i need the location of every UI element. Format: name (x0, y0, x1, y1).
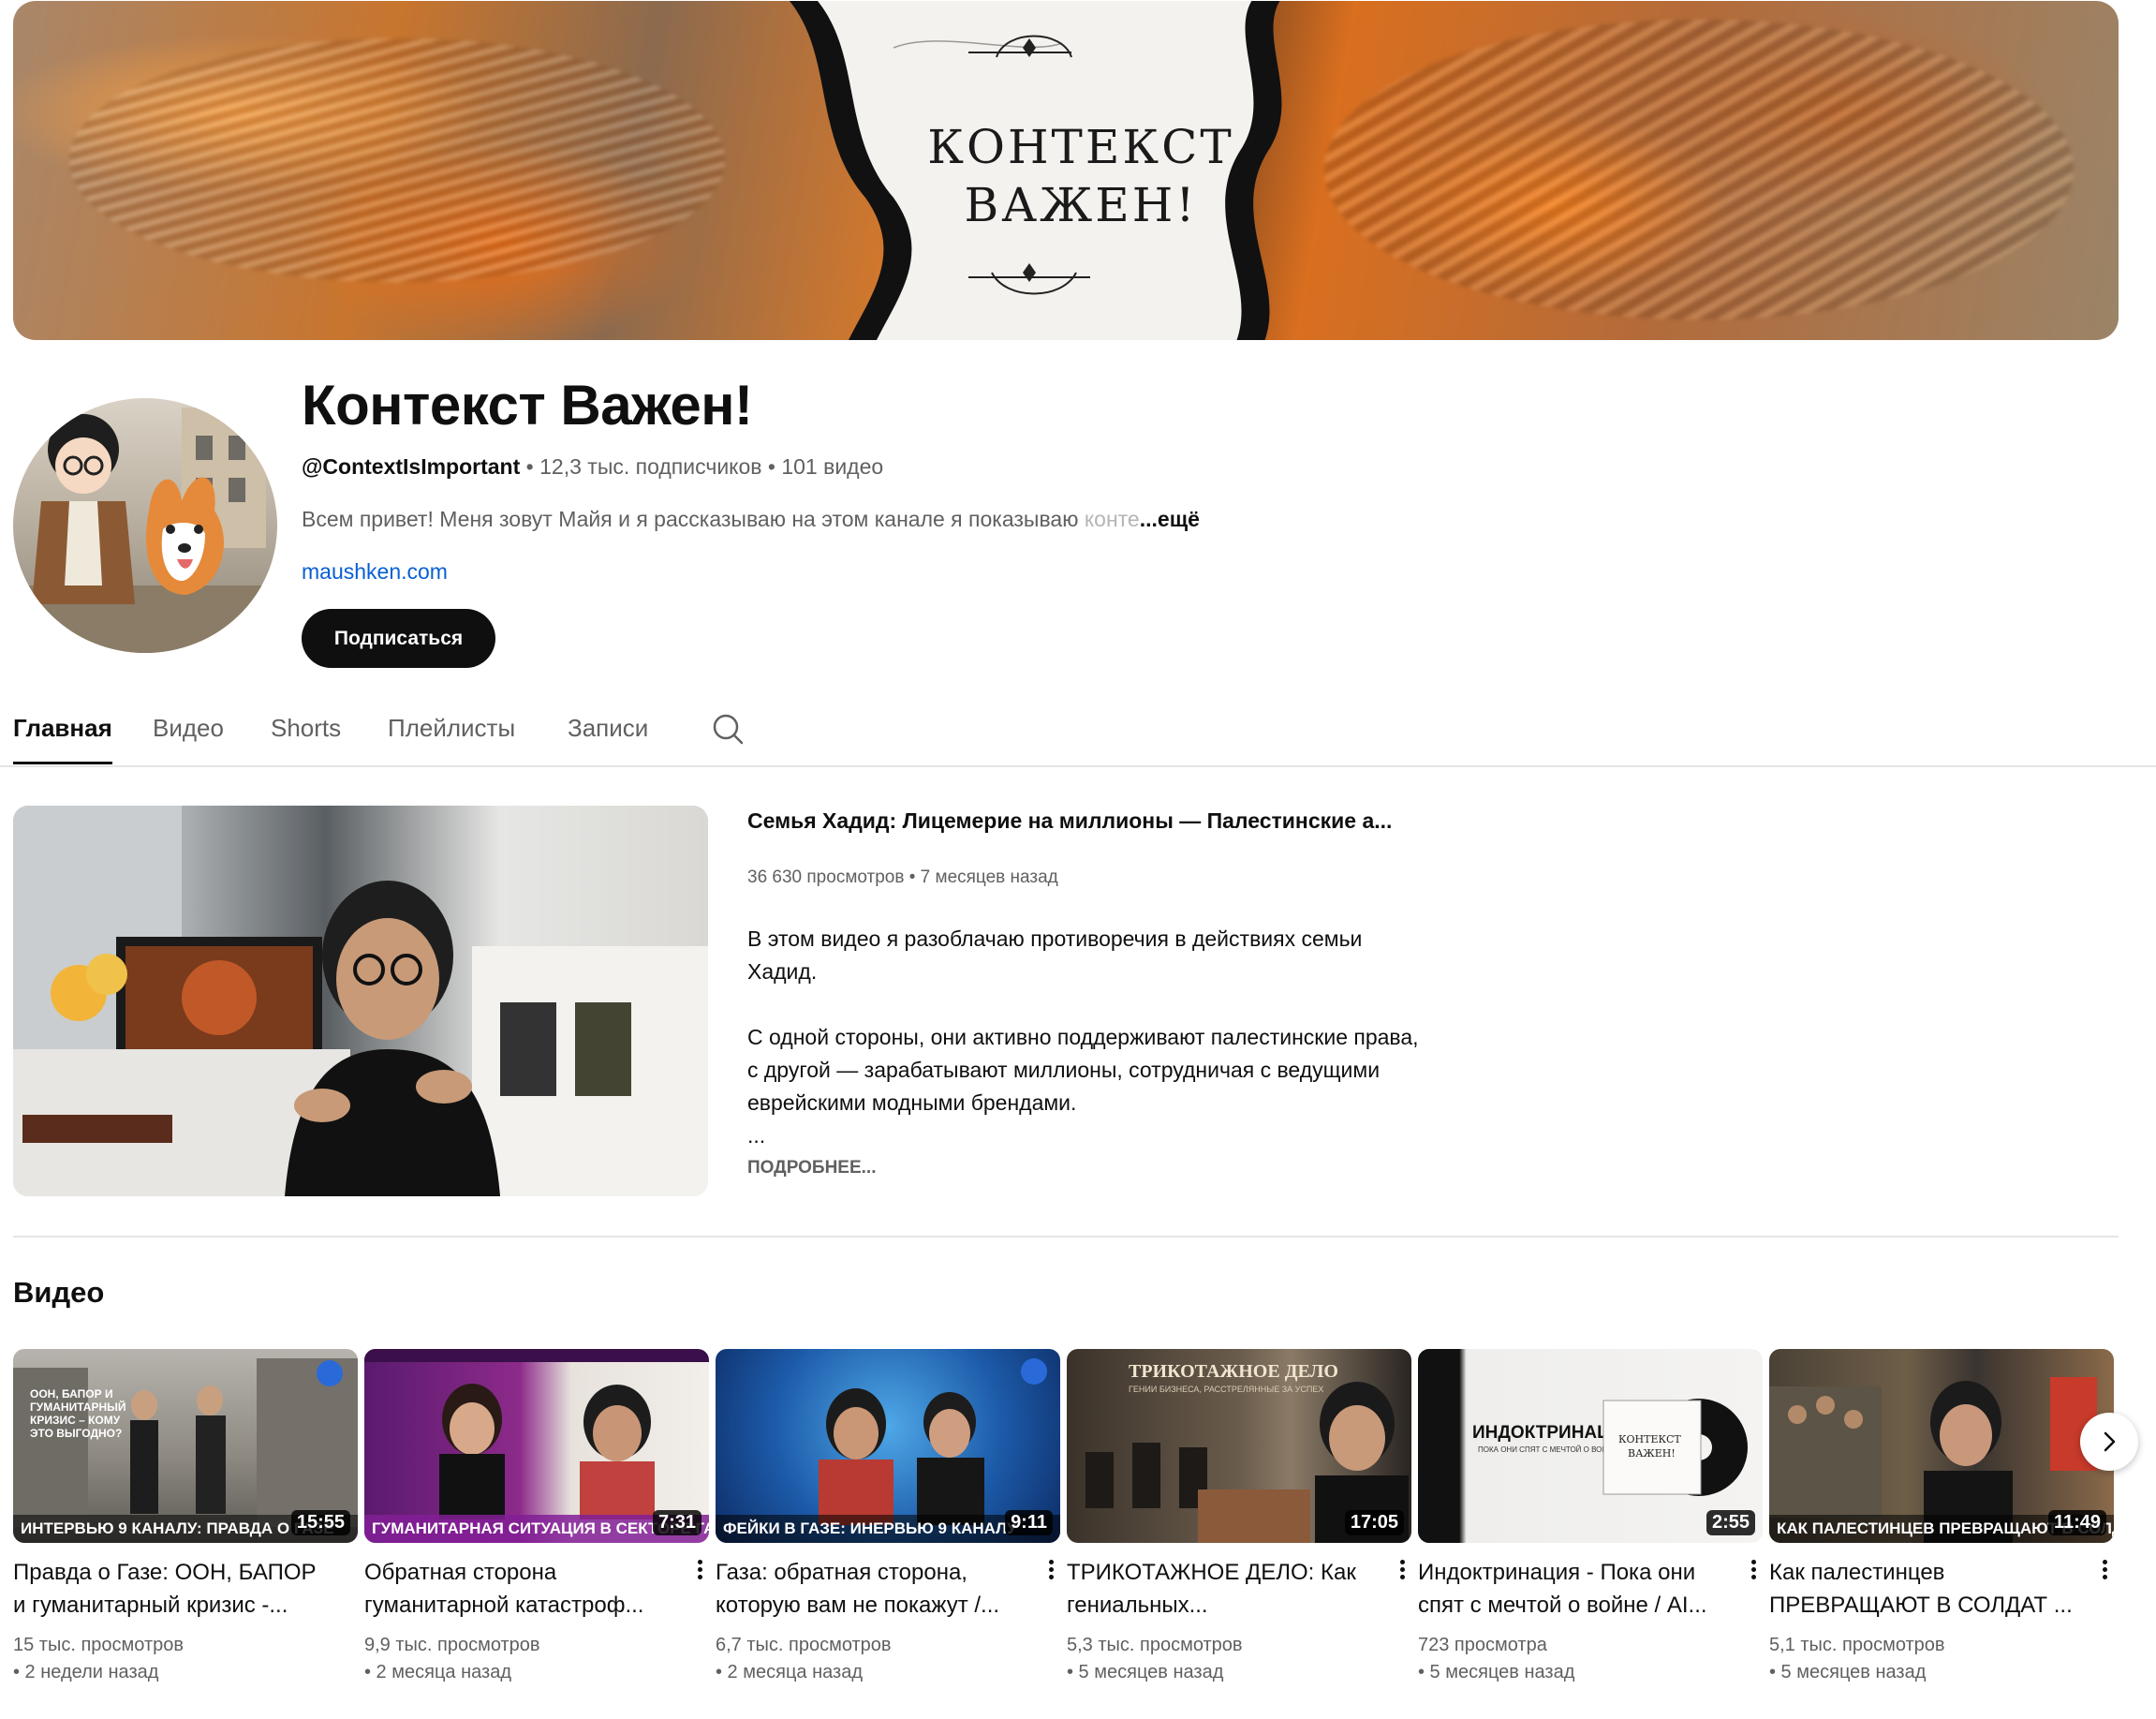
video-age: • 5 месяцев назад (1418, 1662, 1575, 1682)
video-age: • 5 месяцев назад (1067, 1662, 1224, 1682)
video-duration: 2:55 (1706, 1510, 1755, 1535)
more-vert-icon[interactable] (1744, 1557, 1763, 1589)
video-age: • 2 месяца назад (716, 1662, 863, 1682)
video-title[interactable]: Как палестинцев ПРЕВРАЩАЮТ В СОЛДАТ ... (1769, 1556, 2078, 1623)
video-title[interactable]: Индоктринация - Пока они спят с мечтой о… (1418, 1556, 1727, 1623)
video-thumbnail[interactable]: ИНДОКТРИНАЦИЯ ПОКА ОНИ СПЯТ С МЕЧТОЙ О В… (1418, 1349, 1763, 1543)
video-title[interactable]: Обратная сторона гуманитарной катастроф.… (364, 1556, 673, 1623)
featured-video-thumbnail[interactable] (13, 806, 708, 1196)
video-age: • 5 месяцев назад (1769, 1662, 1927, 1682)
tab-shorts[interactable]: Shorts (271, 703, 341, 764)
banner-swirl-left (69, 38, 725, 282)
meta-separator: • (520, 454, 540, 479)
video-title[interactable]: ТРИКОТАЖНОЕ ДЕЛО: Как гениальных... (1067, 1556, 1376, 1623)
video-duration: 11:49 (2047, 1510, 2106, 1535)
video-views: 15 тыс. просмотров (13, 1635, 184, 1655)
video-count: 101 видео (781, 454, 884, 479)
meta-separator: • (761, 454, 782, 479)
video-duration: 15:55 (290, 1510, 350, 1535)
section-divider (13, 1236, 2119, 1237)
channel-avatar[interactable] (13, 398, 277, 653)
avatar-illustration (13, 408, 277, 653)
video-views: 9,9 тыс. просмотров (364, 1635, 540, 1655)
video-duration: 7:31 (652, 1510, 701, 1535)
featured-desc-paragraph: В этом видео я разоблачаю противоречия в… (747, 926, 1363, 984)
video-thumbnail[interactable]: ФЕЙКИ В ГАЗЕ: ИНЕРВЬЮ 9 КАНАЛУ 9:11 (716, 1349, 1060, 1543)
shelf-next-button[interactable] (2080, 1413, 2138, 1471)
chevron-right-icon (2104, 1431, 2116, 1452)
featured-video-title[interactable]: Семья Хадид: Лицемерие на миллионы — Пал… (747, 808, 1392, 834)
search-icon[interactable] (711, 712, 745, 746)
video-thumbnail[interactable]: КАК ПАЛЕСТИНЦЕВ ПРЕВРАЩАЮТ В СОЛДАТ С ДЕ… (1769, 1349, 2114, 1543)
channel-title: Контекст Важен! (302, 374, 753, 437)
channel-meta: @ContextIsImportant • 12,3 тыс. подписчи… (302, 454, 883, 480)
channel-external-link[interactable]: maushken.com (302, 559, 448, 585)
banner-swirl-right (1324, 20, 2074, 319)
more-vert-icon[interactable] (1041, 1557, 1060, 1589)
video-age: • 2 месяца назад (364, 1662, 511, 1682)
svg-text:ТРИКОТАЖНОЕ ДЕЛО: ТРИКОТАЖНОЕ ДЕЛО (1129, 1361, 1338, 1382)
video-duration: 17:05 (1344, 1510, 1404, 1535)
video-card[interactable]: ГУМАНИТАРНАЯ СИТУАЦИЯ В СЕКТОРЕ ГАЗА 7:3… (364, 1349, 709, 1683)
video-views: 6,7 тыс. просмотров (716, 1635, 892, 1655)
svg-text:ООН, БАПОР И: ООН, БАПОР И (30, 1387, 113, 1400)
more-vert-icon[interactable] (2095, 1557, 2114, 1589)
banner-title-line1: КОНТЕКСТ (927, 120, 1234, 174)
video-card[interactable]: КАК ПАЛЕСТИНЦЕВ ПРЕВРАЩАЮТ В СОЛДАТ С ДЕ… (1769, 1349, 2114, 1683)
video-age: • 2 недели назад (13, 1662, 159, 1682)
tab-posts[interactable]: Записи (568, 703, 648, 764)
channel-description[interactable]: Всем привет! Меня зовут Майя и я рассказ… (302, 507, 1200, 532)
svg-text:КРИЗИС – КОМУ: КРИЗИС – КОМУ (30, 1414, 121, 1427)
description-fade: конте (1084, 507, 1140, 531)
tab-videos[interactable]: Видео (153, 703, 224, 764)
featured-video-description: В этом видео я разоблачаю противоречия в… (747, 923, 1422, 1152)
svg-text:ГЕНИИ БИЗНЕСА, РАССТРЕЛЯННЫЕ З: ГЕНИИ БИЗНЕСА, РАССТРЕЛЯННЫЕ ЗА УСПЕХ (1129, 1385, 1323, 1394)
featured-thumbnail-image (13, 806, 708, 1196)
tab-playlists[interactable]: Плейлисты (388, 703, 515, 764)
video-card[interactable]: ФЕЙКИ В ГАЗЕ: ИНЕРВЬЮ 9 КАНАЛУ 9:11 Газа… (716, 1349, 1060, 1683)
video-views: 5,1 тыс. просмотров (1769, 1635, 1945, 1655)
video-card[interactable]: ООН, БАПОР И ГУМАНИТАРНЫЙ КРИЗИС – КОМУ … (13, 1349, 358, 1683)
channel-banner: КОНТЕКСТ ВАЖЕН! (13, 1, 2119, 340)
svg-text:ВАЖЕН!: ВАЖЕН! (1628, 1447, 1676, 1460)
featured-more-link[interactable]: ПОДРОБНЕЕ... (747, 1158, 876, 1178)
video-views: 5,3 тыс. просмотров (1067, 1635, 1243, 1655)
video-title[interactable]: Газа: обратная сторона, которую вам не п… (716, 1556, 1025, 1623)
more-vert-icon[interactable] (690, 1557, 709, 1589)
tab-home[interactable]: Главная (13, 703, 112, 764)
tabs-divider (0, 765, 2156, 767)
featured-desc-paragraph: С одной стороны, они активно поддерживаю… (747, 1025, 1419, 1115)
featured-video-stats: 36 630 просмотров • 7 месяцев назад (747, 867, 1058, 887)
video-thumbnail[interactable]: ТРИКОТАЖНОЕ ДЕЛО ГЕНИИ БИЗНЕСА, РАССТРЕЛ… (1067, 1349, 1411, 1543)
subscribe-button[interactable]: Подписаться (302, 609, 495, 668)
video-views: 723 просмотра (1418, 1635, 1547, 1655)
videos-shelf-title[interactable]: Видео (13, 1276, 104, 1310)
video-card[interactable]: ТРИКОТАЖНОЕ ДЕЛО ГЕНИИ БИЗНЕСА, РАССТРЕЛ… (1067, 1349, 1411, 1683)
featured-desc-ellipsis: ... (747, 1123, 766, 1148)
description-text: Всем привет! Меня зовут Майя и я рассказ… (302, 507, 1085, 531)
more-vert-icon[interactable] (1393, 1557, 1411, 1589)
banner-title-line2: ВАЖЕН! (964, 178, 1198, 232)
svg-text:КОНТЕКСТ: КОНТЕКСТ (1618, 1433, 1681, 1445)
video-thumbnail[interactable]: ГУМАНИТАРНАЯ СИТУАЦИЯ В СЕКТОРЕ ГАЗА 7:3… (364, 1349, 709, 1543)
video-duration: 9:11 (1005, 1510, 1053, 1535)
svg-text:ЭТО ВЫГОДНО?: ЭТО ВЫГОДНО? (30, 1427, 122, 1440)
video-title[interactable]: Правда о Газе: ООН, БАПОР и гуманитарный… (13, 1556, 322, 1623)
svg-text:ГУМАНИТАРНЫЙ: ГУМАНИТАРНЫЙ (30, 1400, 126, 1414)
channel-handle: @ContextIsImportant (302, 454, 521, 479)
video-card[interactable]: ИНДОКТРИНАЦИЯ ПОКА ОНИ СПЯТ С МЕЧТОЙ О В… (1418, 1349, 1763, 1683)
banner-title: КОНТЕКСТ ВАЖЕН! (781, 118, 1381, 234)
subscriber-count: 12,3 тыс. подписчиков (539, 454, 762, 479)
description-more-link[interactable]: ...ещё (1140, 507, 1200, 531)
video-thumbnail[interactable]: ООН, БАПОР И ГУМАНИТАРНЫЙ КРИЗИС – КОМУ … (13, 1349, 358, 1543)
svg-text:ПОКА ОНИ СПЯТ С МЕЧТОЙ О ВОЙНЕ: ПОКА ОНИ СПЯТ С МЕЧТОЙ О ВОЙНЕ (1478, 1445, 1617, 1454)
